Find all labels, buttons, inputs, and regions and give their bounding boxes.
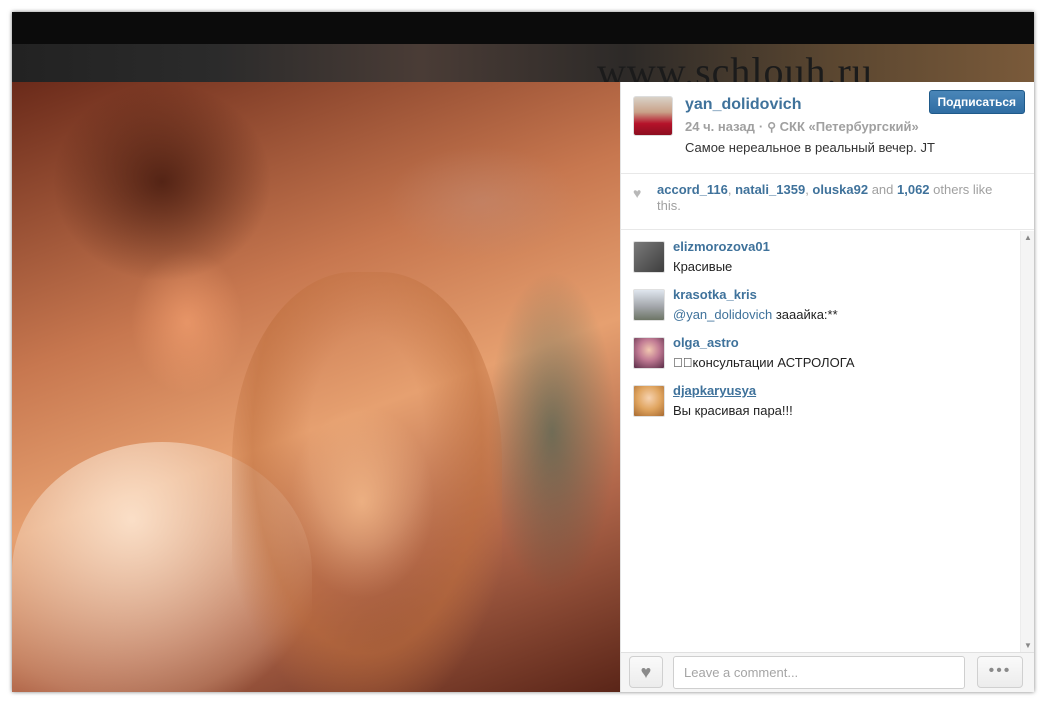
instagram-lightbox: www.schlouh.ru yan_dolidovich 24 ч. наза… — [12, 12, 1034, 692]
comment-text: Вы красивая пара!!! — [673, 403, 793, 418]
avatar[interactable] — [633, 241, 665, 273]
likes-separator: , — [727, 182, 736, 197]
comment-text: @yan_dolidovich зааайка:** — [673, 307, 838, 322]
photo-shade — [52, 82, 272, 282]
comment-item: olga_astro 􀀀􀀀консультации АСТРОЛОГА — [633, 335, 1013, 375]
post-side-panel: yan_dolidovich 24 ч. назад · ⚲ СКК «Петерб… — [620, 82, 1034, 692]
meta-separator: · — [758, 119, 764, 134]
comment-username-link[interactable]: elizmorozova01 — [673, 239, 770, 254]
post-meta: 24 ч. назад · ⚲ СКК «Петербургский» — [685, 119, 919, 134]
post-time[interactable]: 24 ч. назад — [685, 119, 755, 134]
comment-item: djapkaryusya Вы красивая пара!!! — [633, 383, 1013, 423]
scroll-down-arrow-icon[interactable]: ▼ — [1024, 641, 1032, 650]
more-options-button[interactable]: ••• — [977, 656, 1023, 688]
likes-summary: ♥ accord_116, natali_1359, oluska92 and … — [621, 174, 1034, 230]
avatar[interactable] — [633, 96, 673, 136]
comment-text: Красивые — [673, 259, 733, 274]
post-header: yan_dolidovich 24 ч. назад · ⚲ СКК «Петерб… — [621, 82, 1034, 174]
comment-item: elizmorozova01 Красивые — [633, 239, 1013, 279]
liker-link[interactable]: accord_116 — [657, 182, 728, 197]
photo-highlight — [232, 272, 502, 692]
avatar[interactable] — [633, 337, 665, 369]
heart-icon: ♥ — [633, 185, 642, 201]
comment-username-link[interactable]: olga_astro — [673, 335, 739, 350]
comment-item: krasotka_kris @yan_dolidovich зааайка:** — [633, 287, 1013, 327]
comment-footer: ♥ ••• — [621, 652, 1034, 692]
post-caption: Самое нереальное в реальный вечер. JT — [685, 140, 935, 155]
comment-username-link[interactable]: djapkaryusya — [673, 383, 756, 398]
heart-icon: ♥ — [640, 662, 652, 682]
follow-button[interactable]: Подписаться — [928, 90, 1025, 114]
comment-text: 􀀀􀀀консультации АСТРОЛОГА — [673, 355, 855, 370]
post-username-link[interactable]: yan_dolidovich — [685, 96, 801, 114]
liker-link[interactable]: natali_1359 — [735, 182, 805, 197]
comment-mention-link[interactable]: @yan_dolidovich — [673, 307, 772, 322]
comment-text-body: зааайка:** — [772, 307, 838, 322]
map-pin-icon: ⚲ — [767, 120, 776, 134]
comments-list[interactable]: elizmorozova01 Красивые krasotka_kris @y… — [621, 231, 1034, 652]
top-bar — [12, 12, 1034, 44]
avatar[interactable] — [633, 289, 665, 321]
avatar[interactable] — [633, 385, 665, 417]
likes-and: and — [868, 182, 897, 197]
comment-input[interactable] — [673, 656, 965, 689]
post-location-link[interactable]: СКК «Петербургский» — [780, 119, 919, 134]
likes-count-link[interactable]: 1,062 — [897, 182, 930, 197]
scroll-up-arrow-icon[interactable]: ▲ — [1024, 233, 1032, 242]
liker-link[interactable]: oluska92 — [812, 182, 868, 197]
comments-scrollbar[interactable]: ▲ ▼ — [1020, 231, 1034, 652]
comment-username-link[interactable]: krasotka_kris — [673, 287, 757, 302]
like-button[interactable]: ♥ — [629, 656, 663, 688]
post-photo[interactable] — [12, 82, 620, 692]
background-strip — [12, 44, 1034, 82]
